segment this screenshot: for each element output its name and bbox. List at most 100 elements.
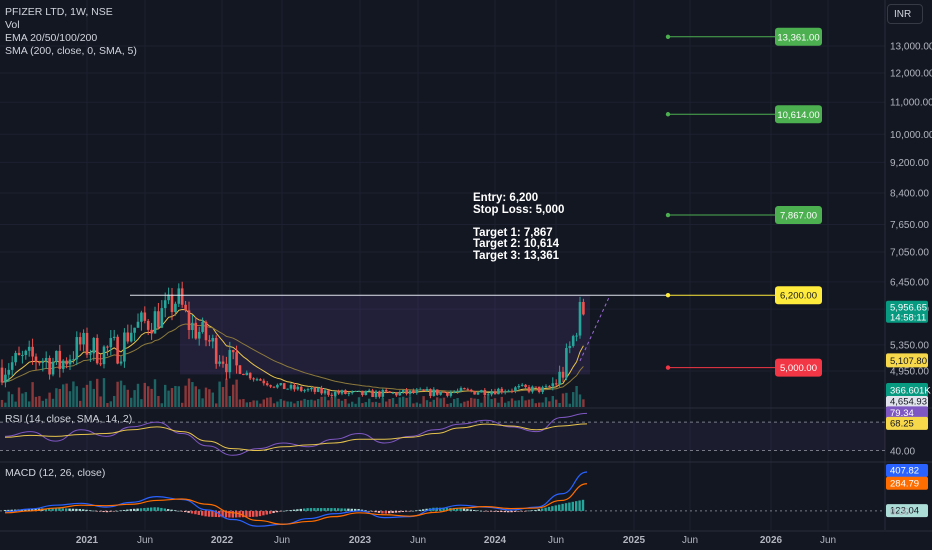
rsi-axis-label: 40.00 [890,447,915,458]
volume-bar [211,392,214,407]
candle-body [228,350,232,373]
volume-bar [82,387,85,407]
macd-hist-bar [252,510,255,517]
candle-body [418,389,422,391]
macd-hist-bar [564,503,568,511]
macd-hist-bar [153,507,156,511]
volume-bar [456,398,459,407]
macd-hist-bar [272,510,275,514]
macd-hist-bar [575,501,578,511]
candle-body [201,321,204,332]
candle-body [299,386,303,391]
volume-bar [221,387,225,407]
sma-legend[interactable]: SMA (200, close, 0, SMA, 5) [5,45,137,58]
candle-body [340,390,344,394]
candle-body [194,322,198,339]
macd-value-tag: 407.82 [890,466,919,477]
volume-bar [313,400,316,407]
macd-hist-bar [303,508,306,511]
candle-body [316,387,320,392]
candle-body [582,301,585,315]
currency-button[interactable]: INR [887,4,923,24]
macd-hist-bar [173,510,177,511]
volume-bar [402,396,405,407]
macd-hist-bar [163,508,166,511]
macd-hist-bar [201,510,204,516]
candle-body [388,391,391,393]
macd-hist-bar [129,509,132,511]
macd-legend[interactable]: MACD (12, 26, close) [5,467,105,480]
macd-signal-line [4,483,588,525]
macd-hist-bar [500,510,503,513]
volume-bar [534,403,537,407]
macd-hist-bar [133,508,136,511]
macd-hist-bar [517,510,520,512]
candle-body [463,388,466,390]
volume-bar [177,386,180,407]
macd-hist-bar [578,500,581,511]
macd-hist-bar [309,508,313,511]
volume-bar [4,402,7,407]
vol-legend[interactable]: Vol [5,19,137,32]
volume-bar [432,399,435,407]
volume-bar [245,402,248,407]
symbol-title[interactable]: PFIZER LTD, 1W, NSE [5,6,137,19]
price-axis-label: 12,000.00 [890,68,932,79]
macd-hist-bar [401,510,404,513]
macd-hist-bar [187,510,190,513]
volume-bar [126,389,129,407]
volume-bar [551,396,554,407]
volume-bar [286,401,289,407]
candle-body [160,308,164,328]
candle-body [554,383,558,385]
time-axis-label: Jun [137,535,153,546]
volume-bar [385,401,388,407]
candle-body [296,386,300,390]
volume-bar [514,400,517,407]
macd-hist-bar [68,508,71,511]
macd-hist-bar [286,510,289,512]
price-axis-label: 7,650.00 [890,220,929,231]
volume-bar [361,403,364,407]
macd-hist-bar [3,509,7,511]
volume-bar [340,400,344,407]
macd-hist-bar [384,510,387,514]
macd-hist-bar [398,510,401,513]
macd-hist-bar [78,508,81,511]
candle-body [72,359,75,361]
candle-body [306,389,310,391]
price-axis-label: 5,350.00 [890,340,929,351]
macd-hist-bar [561,503,564,511]
candle-body [361,390,364,395]
volume-bar [41,400,44,407]
volume-bar [235,379,238,407]
volume-bar [187,378,191,407]
rsi-legend[interactable]: RSI (14, close, SMA, 14, 2) [5,413,132,426]
macd-hist-bar [85,509,88,511]
candle-body [248,372,252,379]
macd-hist-bar [323,508,326,511]
chart-canvas[interactable]: 13,000.00 12,000.00 11,000.00 10,000.00 9,20… [0,0,932,550]
ema-legend[interactable]: EMA 20/50/100/200 [5,32,137,45]
candle-body [405,389,408,394]
candle-body [524,384,527,388]
volume-bar [24,392,27,407]
volume-bar [524,400,527,407]
volume-bar [269,397,272,407]
macd-axis-label: 0.00 [890,507,910,518]
volume-bar [575,385,578,407]
volume-bar [255,400,259,407]
candle-body [259,379,262,381]
candle-body [242,373,245,376]
macd-hist-bar [112,510,115,512]
rsi-ma-value-tag: 68.25 [890,418,914,429]
volume-bar [334,396,337,407]
macd-hist-bar [350,508,353,511]
volume-bar [130,397,133,407]
candle-body [31,346,34,357]
volume-bar [34,396,38,407]
level-tag-label: 13,361.00 [777,32,819,43]
volume-bar [174,386,177,407]
volume-bar [218,381,221,407]
candle-body [497,388,500,395]
